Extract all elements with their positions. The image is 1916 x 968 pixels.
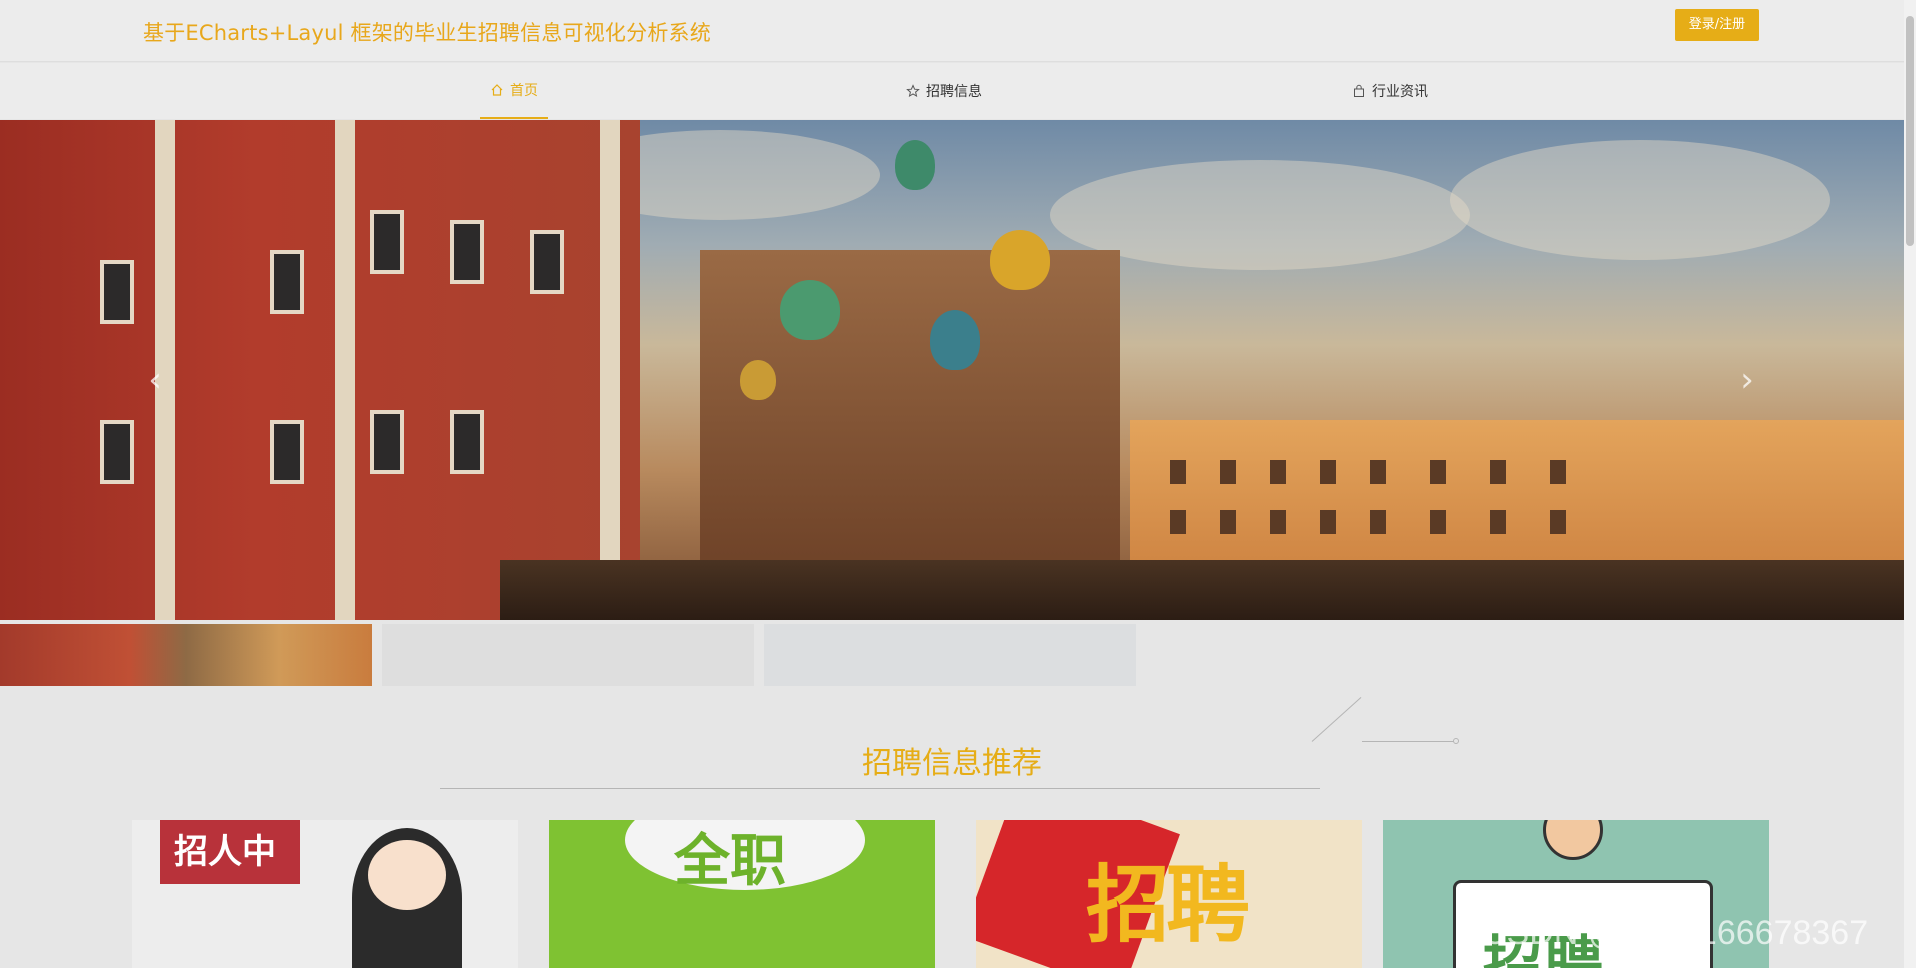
nav-item-label: 首页 xyxy=(510,83,538,99)
window xyxy=(1370,460,1386,484)
window xyxy=(1490,460,1506,484)
nav-item-jobs[interactable]: 招聘信息 xyxy=(906,63,982,119)
dome xyxy=(740,360,776,400)
window xyxy=(1320,460,1336,484)
site-header: 基于ECharts+Layul 框架的毕业生招聘信息可视化分析系统 登录/注册 xyxy=(0,0,1904,62)
window xyxy=(530,230,564,294)
pillar xyxy=(600,120,620,620)
window xyxy=(270,420,304,484)
page: 基于ECharts+Layul 框架的毕业生招聘信息可视化分析系统 登录/注册 … xyxy=(0,0,1916,968)
watermark: CSDN @qq_3166678367 xyxy=(1482,914,1869,952)
thumbnail-2[interactable] xyxy=(382,624,754,686)
banner-railing xyxy=(500,560,1904,620)
window xyxy=(1550,460,1566,484)
carousel-thumbnails xyxy=(0,624,1904,686)
bag-icon xyxy=(1354,84,1364,97)
card-figure-face xyxy=(368,840,446,910)
window xyxy=(1430,510,1446,534)
banner-cathedral xyxy=(700,140,1120,580)
window xyxy=(270,250,304,314)
card-text: 招人中 xyxy=(174,832,276,872)
card-figure-face xyxy=(1543,820,1603,860)
window xyxy=(1270,460,1286,484)
window xyxy=(1270,510,1286,534)
dome xyxy=(780,280,840,340)
dome xyxy=(990,230,1050,290)
star-icon xyxy=(906,84,920,98)
main-nav: 首页 招聘信息 行业资讯 xyxy=(0,63,1904,119)
window xyxy=(450,220,484,284)
page-scrollbar[interactable] xyxy=(1904,0,1916,968)
window xyxy=(370,210,404,274)
card-text: 全职 xyxy=(674,829,786,894)
window xyxy=(1550,510,1566,534)
scrollbar-thumb[interactable] xyxy=(1906,16,1914,246)
title-decoration-dot xyxy=(1453,738,1459,744)
job-card[interactable]: 招聘 xyxy=(976,820,1362,968)
nav-item-news[interactable]: 行业资讯 xyxy=(1352,63,1428,119)
window xyxy=(1220,460,1236,484)
nav-item-label: 招聘信息 xyxy=(926,84,982,100)
window xyxy=(100,420,134,484)
window xyxy=(1320,510,1336,534)
section-title: 招聘信息推荐 xyxy=(862,746,1042,781)
card-text: 招聘 xyxy=(1086,856,1250,954)
cloud xyxy=(1450,140,1830,260)
window xyxy=(1170,510,1186,534)
title-underline xyxy=(440,788,1320,789)
login-register-button[interactable]: 登录/注册 xyxy=(1675,9,1759,41)
window xyxy=(450,410,484,474)
carousel-next-arrow[interactable]: › xyxy=(1732,360,1762,400)
window xyxy=(1490,510,1506,534)
banner-left-building xyxy=(0,120,640,620)
window xyxy=(1370,510,1386,534)
banner-carousel[interactable]: ‹ › xyxy=(0,120,1904,620)
pillar xyxy=(335,120,355,620)
window xyxy=(1170,460,1186,484)
dome xyxy=(930,310,980,370)
window xyxy=(100,260,134,324)
carousel-prev-arrow[interactable]: ‹ xyxy=(140,360,170,400)
title-decoration xyxy=(1311,696,1362,742)
nav-item-home[interactable]: 首页 xyxy=(480,63,548,119)
title-decoration xyxy=(1362,741,1456,742)
site-title[interactable]: 基于ECharts+Layul 框架的毕业生招聘信息可视化分析系统 xyxy=(143,17,711,47)
job-card[interactable]: 招人中 xyxy=(132,820,518,968)
window xyxy=(1220,510,1236,534)
thumbnail-1[interactable] xyxy=(0,624,372,686)
nav-item-label: 行业资讯 xyxy=(1372,84,1428,100)
window xyxy=(1430,460,1446,484)
home-icon xyxy=(491,84,503,96)
window xyxy=(370,410,404,474)
job-card[interactable]: 全职 xyxy=(549,820,935,968)
dome xyxy=(895,140,935,190)
thumbnail-3[interactable] xyxy=(764,624,1136,686)
